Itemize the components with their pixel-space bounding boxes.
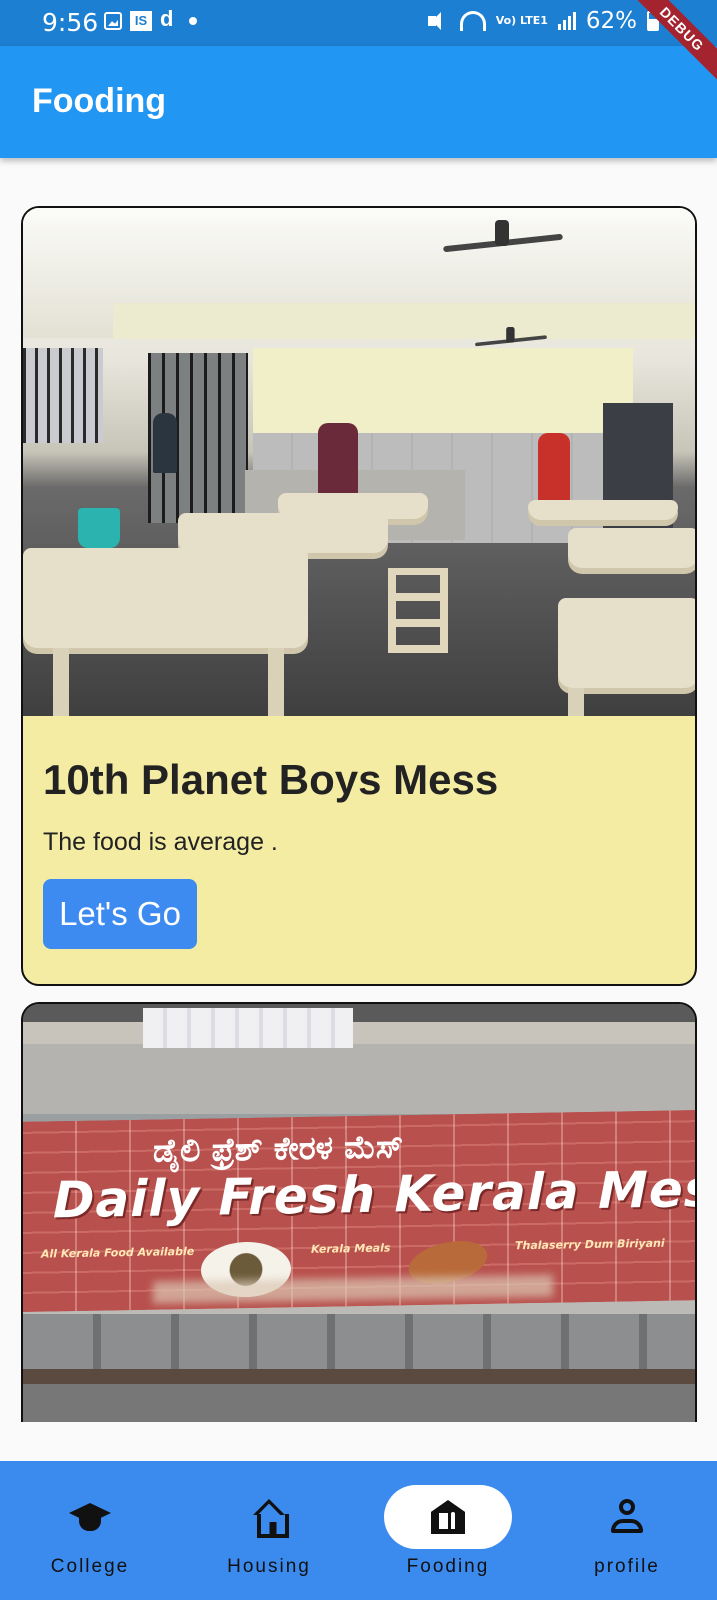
mess-photo: ಡೈಲಿ ಫ್ರೆಶ್ ಕೇರಳ ಮೆಸ್ Daily Fresh Kerala… bbox=[23, 1004, 695, 1422]
signal-icon bbox=[557, 12, 576, 30]
nav-icon-container bbox=[26, 1485, 154, 1549]
nav-item-college[interactable]: College bbox=[20, 1485, 160, 1585]
bottom-navigation: College Housing Fooding profile bbox=[0, 1461, 717, 1600]
status-time: 9:56 bbox=[42, 8, 99, 37]
nav-label: profile bbox=[594, 1556, 660, 1577]
d-notification-icon: d bbox=[160, 6, 174, 31]
nav-label: Housing bbox=[227, 1556, 311, 1577]
signboard-sub-text: Kerala Meals bbox=[311, 1241, 391, 1256]
photo-table bbox=[528, 500, 678, 520]
photo-table-leg bbox=[53, 648, 69, 716]
app-bar: Fooding bbox=[0, 46, 717, 158]
photo-laundry bbox=[143, 1008, 353, 1048]
gallery-icon bbox=[104, 12, 122, 30]
nav-item-profile[interactable]: profile bbox=[557, 1485, 697, 1585]
battery-percentage: 62% bbox=[585, 8, 637, 34]
photo-cupboard bbox=[603, 403, 673, 543]
mess-name: 10th Planet Boys Mess bbox=[43, 756, 499, 803]
photo-stool bbox=[388, 568, 448, 653]
photo-signboard: ಡೈಲಿ ಫ್ರೆಶ್ ಕೇರಳ ಮೆಸ್ Daily Fresh Kerala… bbox=[23, 1110, 697, 1312]
photo-table-leg bbox=[568, 688, 584, 716]
system-icons: Vo) LTE1 62% bbox=[427, 8, 659, 34]
photo-person bbox=[153, 413, 177, 473]
signboard-sub-text: Thalaserry Dum Biriyani bbox=[515, 1236, 665, 1253]
nav-label: College bbox=[50, 1556, 130, 1577]
nav-item-fooding[interactable]: Fooding bbox=[378, 1485, 518, 1585]
photo-window-grill bbox=[23, 348, 103, 443]
nav-item-housing[interactable]: Housing bbox=[199, 1485, 339, 1585]
photo-beam bbox=[113, 303, 695, 339]
signboard-sub-text: All Kerala Food Available bbox=[41, 1244, 195, 1261]
signboard-kannada-text: ಡೈಲಿ ಫ್ರೆಶ್ ಕೇರಳ ಮೆಸ್ bbox=[153, 1127, 404, 1170]
volte-indicator: Vo) LTE1 bbox=[495, 14, 548, 27]
mess-description: The food is average . bbox=[43, 828, 278, 856]
status-bar: 9:56 IS d Vo) LTE1 62% bbox=[0, 0, 717, 46]
lets-go-button[interactable]: Let's Go bbox=[43, 879, 197, 949]
mess-photo bbox=[23, 208, 695, 716]
photo-bucket bbox=[78, 508, 120, 548]
ceiling-fan bbox=[443, 220, 563, 250]
mess-card: 10th Planet Boys Mess The food is averag… bbox=[21, 206, 697, 986]
photo-table bbox=[558, 598, 695, 688]
wifi-icon bbox=[459, 11, 486, 31]
photo-shutter bbox=[23, 1314, 695, 1369]
more-notifications-dot-icon bbox=[189, 17, 198, 25]
notification-icons: IS d bbox=[104, 6, 198, 32]
app-notification-icon: IS bbox=[130, 11, 152, 31]
photo-person bbox=[538, 433, 570, 503]
nav-icon-container bbox=[205, 1485, 333, 1549]
mess-card: ಡೈಲಿ ಫ್ರೆಶ್ ಕೇರಳ ಮೆಸ್ Daily Fresh Kerala… bbox=[21, 1002, 697, 1422]
photo-table bbox=[178, 513, 388, 553]
nav-label: Fooding bbox=[406, 1556, 490, 1577]
nav-icon-container bbox=[384, 1485, 512, 1549]
nav-icon-container bbox=[563, 1485, 691, 1549]
house-icon bbox=[251, 1499, 289, 1538]
signboard-main-text: Daily Fresh Kerala Mess bbox=[53, 1159, 697, 1230]
ceiling-fan bbox=[475, 327, 515, 343]
photo-table bbox=[23, 548, 308, 648]
photo-table-leg bbox=[268, 648, 284, 716]
photo-table bbox=[568, 528, 695, 568]
graduation-cap-icon bbox=[69, 1499, 111, 1535]
person-icon bbox=[610, 1499, 644, 1535]
mute-icon bbox=[427, 11, 450, 31]
restaurant-icon bbox=[431, 1500, 465, 1534]
page-title: Fooding bbox=[32, 82, 167, 120]
